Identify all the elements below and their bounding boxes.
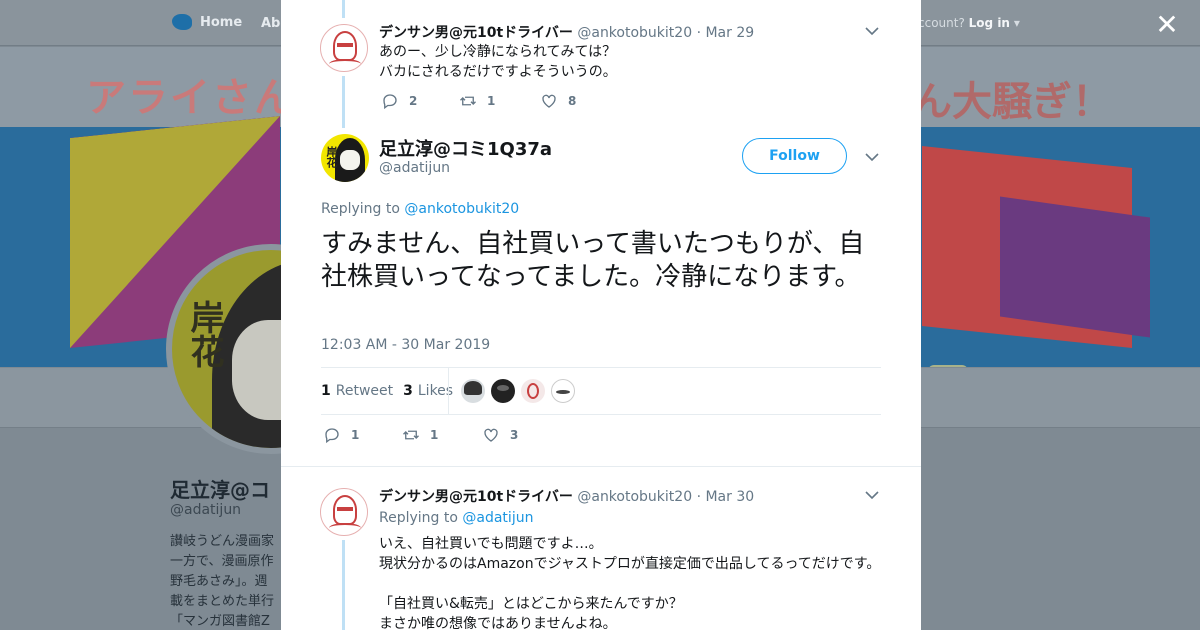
replying-to: Replying to @ankotobukit20: [321, 201, 519, 217]
tweet-timestamp[interactable]: 12:03 AM - 30 Mar 2019: [321, 337, 490, 353]
like-count: 8: [568, 94, 577, 108]
thread-line: [342, 540, 345, 630]
follow-button[interactable]: Follow: [742, 138, 847, 174]
reply-text-line: あのー、少し冷静になられてみては？: [379, 44, 617, 60]
close-icon: ✕: [1155, 8, 1179, 41]
author-handle[interactable]: @ankotobukit20: [577, 25, 692, 41]
main-author-name[interactable]: 足立淳@コミ1Q37a: [379, 135, 552, 161]
divider: [281, 466, 921, 467]
banner-text-left: アライさん: [86, 75, 296, 121]
close-modal-button[interactable]: ✕: [1152, 10, 1182, 40]
liker-avatar[interactable]: [551, 379, 575, 403]
reply-author-line[interactable]: デンサン男@元10tドライバー @ankotobukit20 · Mar 30: [379, 486, 754, 506]
reply-count: 2: [409, 94, 418, 108]
retweet-button[interactable]: 1: [402, 426, 482, 444]
chevron-down-icon[interactable]: [864, 150, 880, 166]
reply-text-line: まさか唯の想像ではありませんよね。: [379, 616, 617, 630]
banner-badge: N: [928, 365, 968, 367]
profile-name: 足立淳@コ: [170, 478, 270, 502]
heart-icon: [542, 94, 556, 108]
divider: [448, 368, 449, 414]
login-link[interactable]: Log in: [969, 16, 1010, 30]
bio-line: 讃岐うどん漫画家: [170, 534, 275, 549]
reply-button[interactable]: 2: [381, 92, 459, 110]
divider: [321, 414, 881, 415]
replying-to-prefix: Replying to: [321, 201, 400, 217]
main-author-avatar[interactable]: 岸花: [321, 134, 369, 182]
reply-text-line: 現状分かるのはAmazonでジャストプロが直接定価で出品してるってだけです。: [379, 556, 881, 572]
retweet-stat[interactable]: 1 Retweet: [321, 383, 393, 399]
chevron-down-icon[interactable]: [864, 488, 880, 504]
thread-line: [342, 0, 345, 18]
caret-down-icon: ▾: [1013, 16, 1020, 30]
replying-to: Replying to @adatijun: [379, 510, 533, 526]
banner-shape: [1000, 196, 1150, 338]
reply-count: 1: [351, 428, 360, 442]
author-name[interactable]: デンサン男@元10tドライバー: [379, 489, 573, 505]
retweet-stat-label: Retweet: [335, 383, 394, 399]
account-prompt-text: ccount?: [918, 16, 965, 30]
tweet-date[interactable]: · Mar 30: [697, 489, 755, 505]
replying-to-prefix: Replying to: [379, 510, 458, 526]
reply-text-line: いえ、自社買いでも問題ですよ…。: [379, 536, 603, 552]
retweet-count: 1: [487, 94, 496, 108]
bio-line: 載をまとめた単行: [170, 594, 275, 609]
thread-line: [342, 76, 345, 128]
reply-text-line: [379, 574, 880, 594]
like-count: 3: [510, 428, 519, 442]
liker-avatars: [461, 379, 575, 403]
retweet-icon: [460, 96, 476, 106]
heart-icon: [484, 428, 498, 442]
reply-text: あのー、少し冷静になられてみては？ バカにされるだけですよそういうの。: [379, 42, 617, 82]
like-button[interactable]: 3: [482, 426, 518, 444]
like-stat-count: 3: [403, 383, 413, 399]
reply-author-avatar[interactable]: [320, 24, 368, 72]
like-stat[interactable]: 3 Likes: [403, 383, 453, 399]
retweet-icon: [403, 430, 419, 440]
bio-line: 「マンガ図書館Z: [170, 614, 270, 629]
home-nav-link[interactable]: Home: [172, 14, 242, 30]
reply-icon: [383, 94, 397, 110]
login-prompt[interactable]: ccount? Log in ▾: [918, 16, 1020, 30]
chevron-down-icon[interactable]: [864, 24, 880, 40]
liker-avatar[interactable]: [461, 379, 485, 403]
reply-text-line: バカにされるだけですよそういうの。: [379, 64, 617, 80]
retweet-count: 1: [430, 428, 439, 442]
reply-text-line: 「自社買い&転売」とはどこから来たんですか？: [379, 596, 683, 612]
avatar-text: 岸花: [184, 300, 224, 368]
twitter-bird-icon: [172, 14, 192, 30]
replying-to-link[interactable]: @ankotobukit20: [404, 201, 519, 217]
author-name[interactable]: デンサン男@元10tドライバー: [379, 25, 573, 41]
main-actions: 1 1 3: [323, 426, 518, 444]
like-button[interactable]: 8: [540, 92, 576, 110]
bio-line: 野毛あさみ」。週: [170, 574, 268, 589]
main-tweet-text: すみません、自社買いって書いたつもりが、自社株買いってなってました。冷静になりま…: [321, 229, 865, 292]
liker-avatar[interactable]: [521, 379, 545, 403]
liker-avatar[interactable]: [491, 379, 515, 403]
reply-actions: 2 1 8: [381, 92, 576, 110]
reply-author-line[interactable]: デンサン男@元10tドライバー @ankotobukit20 · Mar 29: [379, 22, 754, 42]
retweet-stat-count: 1: [321, 383, 331, 399]
reply-text: いえ、自社買いでも問題ですよ…。 現状分かるのはAmazonでジャストプロが直接…: [379, 534, 880, 630]
retweet-button[interactable]: 1: [459, 92, 540, 110]
profile-bio: 讃岐うどん漫画家 一方で、漫画原作 野毛あさみ」。週 載をまとめた単行 「マンガ…: [170, 532, 290, 630]
reply-icon: [325, 428, 339, 444]
banner-text-right: ん大騒ぎ！: [912, 79, 1112, 125]
home-label: Home: [200, 14, 243, 30]
main-author-handle[interactable]: @adatijun: [379, 160, 450, 176]
replying-to-link[interactable]: @adatijun: [462, 510, 533, 526]
bio-line: 一方で、漫画原作: [170, 554, 274, 569]
tweet-date[interactable]: · Mar 29: [697, 25, 755, 41]
author-handle[interactable]: @ankotobukit20: [577, 489, 692, 505]
reply-button[interactable]: 1: [323, 426, 402, 444]
tweet-stats: 1 Retweet 3 Likes: [321, 368, 463, 414]
reply-author-avatar[interactable]: [320, 488, 368, 536]
profile-handle: @adatijun: [170, 502, 242, 518]
